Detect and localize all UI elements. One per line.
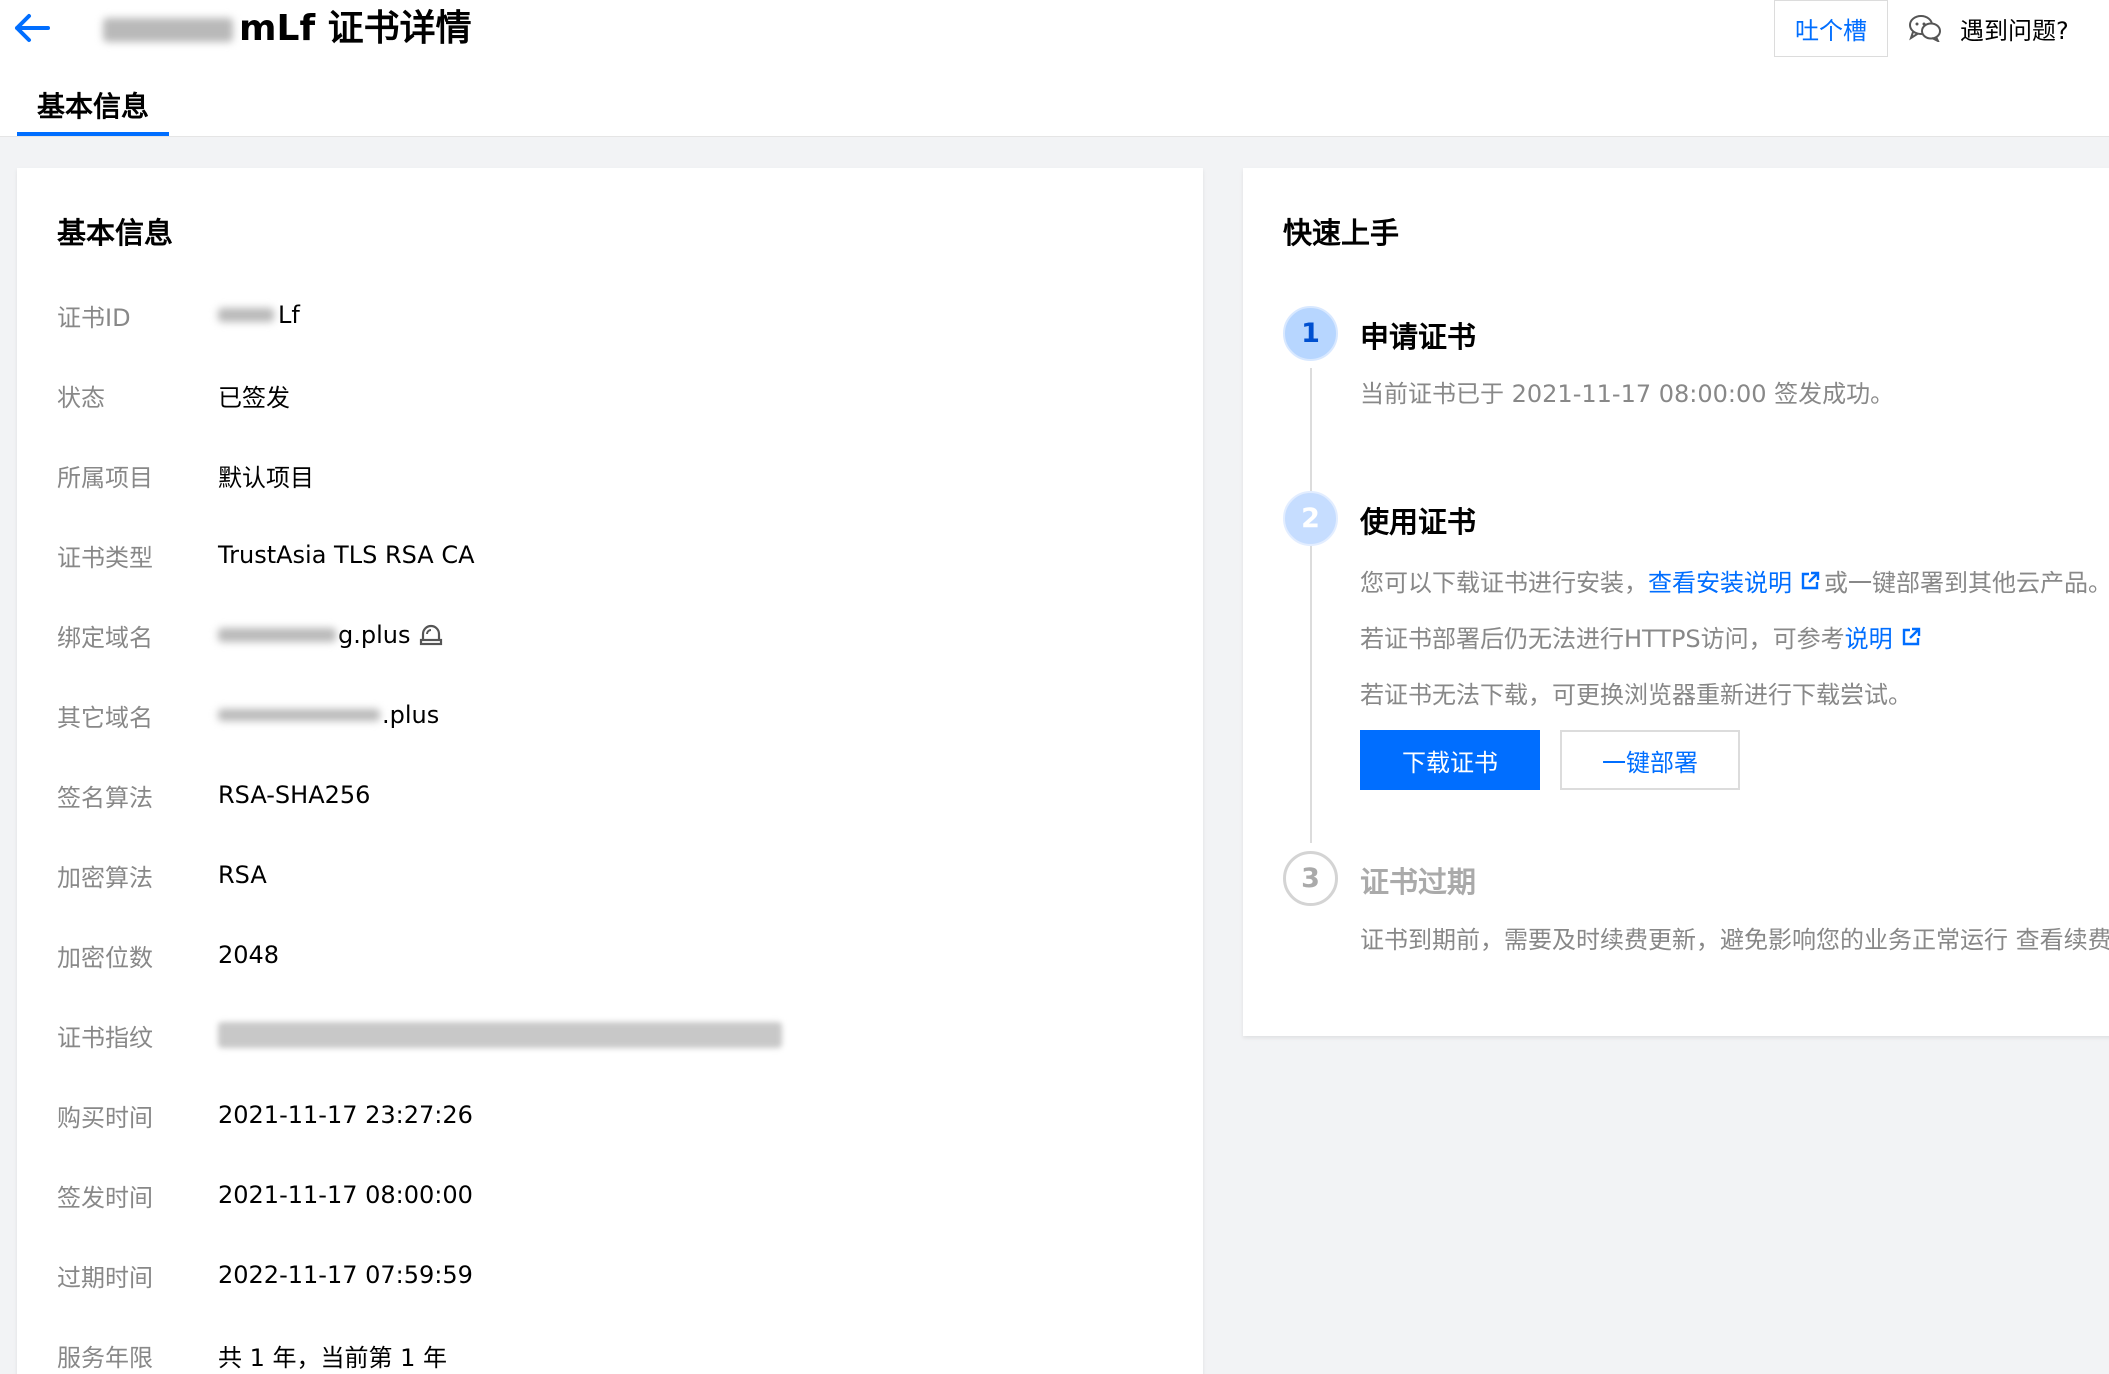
info-row-service-term: 服务年限 共 1 年，当前第 1 年	[57, 1335, 447, 1374]
info-value: g.plus	[218, 621, 444, 649]
card-title: 基本信息	[57, 216, 174, 250]
info-label: 加密算法	[57, 863, 153, 892]
info-value: 2048	[218, 941, 280, 969]
redacted-blur	[218, 1022, 782, 1048]
info-row-key-bits: 加密位数 2048	[57, 935, 279, 975]
info-value: RSA-SHA256	[218, 781, 371, 809]
info-label: 所属项目	[57, 463, 153, 492]
step-connector-line	[1310, 368, 1312, 843]
step-2-number: 2	[1283, 491, 1338, 546]
info-label: 签名算法	[57, 783, 153, 812]
step-3-number: 3	[1283, 851, 1338, 906]
step-3-title: 证书过期	[1360, 865, 1477, 899]
basic-info-card: 基本信息 证书ID Lf 状态 已签发 所属项目 默认项目 证书类型 Trust…	[17, 168, 1203, 1374]
info-row-expire-time: 过期时间 2022-11-17 07:59:59	[57, 1255, 473, 1295]
info-label: 购买时间	[57, 1103, 153, 1132]
info-row-other-domain: 其它域名 .plus	[57, 695, 439, 735]
help-link-label: 遇到问题?	[1960, 16, 2069, 45]
wechat-icon	[1909, 15, 1941, 42]
info-label: 证书ID	[57, 303, 131, 332]
info-label: 加密位数	[57, 943, 153, 972]
info-label: 绑定域名	[57, 623, 153, 652]
https-help-link[interactable]: 说明	[1845, 619, 1925, 654]
info-row-issue-time: 签发时间 2021-11-17 08:00:00	[57, 1175, 473, 1215]
info-row-cert-id: 证书ID Lf	[57, 295, 300, 335]
lock-icon	[420, 624, 443, 646]
redacted-blur	[103, 18, 233, 42]
step-3-text: 证书到期前，需要及时续费更新，避免影响您的业务正常运行 查看续费	[1360, 926, 2109, 954]
step-1-number: 1	[1283, 306, 1338, 361]
info-row-purchase-time: 购买时间 2021-11-17 23:27:26	[57, 1095, 473, 1135]
redacted-blur	[218, 628, 336, 642]
info-row-status: 状态 已签发	[57, 375, 290, 415]
one-click-deploy-button[interactable]: 一键部署	[1560, 730, 1740, 790]
info-row-cert-type: 证书类型 TrustAsia TLS RSA CA	[57, 535, 475, 575]
info-label: 过期时间	[57, 1263, 153, 1292]
redacted-blur	[218, 709, 380, 721]
info-value: 2021-11-17 08:00:00	[218, 1181, 473, 1209]
info-row-encrypt-algorithm: 加密算法 RSA	[57, 855, 267, 895]
info-label: 签发时间	[57, 1183, 153, 1212]
info-row-fingerprint: 证书指纹	[57, 1015, 782, 1055]
info-row-project: 所属项目 默认项目	[57, 455, 314, 495]
info-row-sign-algorithm: 签名算法 RSA-SHA256	[57, 775, 370, 815]
info-value: 已签发	[218, 383, 290, 412]
info-label: 证书类型	[57, 543, 153, 572]
redacted-blur	[218, 308, 274, 322]
page-header: mLf 证书详情 吐个槽 遇到问题? 基本信息	[0, 0, 2109, 137]
external-link-icon	[1801, 571, 1820, 589]
info-value: 2021-11-17 23:27:26	[218, 1101, 473, 1129]
page-title: mLf 证书详情	[103, 4, 472, 54]
info-value: Lf	[218, 301, 300, 329]
step-1-text: 当前证书已于 2021-11-17 08:00:00 签发成功。	[1360, 380, 1895, 408]
info-label: 证书指纹	[57, 1023, 153, 1052]
info-value: 默认项目	[218, 463, 314, 492]
back-arrow-icon[interactable]	[14, 12, 54, 44]
info-value: .plus	[218, 701, 439, 729]
info-value: RSA	[218, 861, 267, 889]
info-value: 共 1 年，当前第 1 年	[218, 1343, 448, 1372]
step-2-text-line2: 若证书部署后仍无法进行HTTPS访问，可参考 说明	[1360, 619, 1925, 654]
feedback-button[interactable]: 吐个槽	[1774, 0, 1888, 57]
info-label: 其它域名	[57, 703, 153, 732]
download-cert-button[interactable]: 下载证书	[1360, 730, 1540, 790]
card-title: 快速上手	[1283, 216, 1400, 250]
step-2-text-line3: 若证书无法下载，可更换浏览器重新进行下载尝试。	[1360, 681, 1912, 709]
info-label: 状态	[57, 383, 105, 412]
info-value: TrustAsia TLS RSA CA	[218, 541, 475, 569]
step-1-title: 申请证书	[1360, 320, 1477, 354]
info-row-bound-domain: 绑定域名 g.plus	[57, 615, 444, 655]
info-value	[218, 1022, 782, 1048]
info-value: 2022-11-17 07:59:59	[218, 1261, 473, 1289]
step-2-title: 使用证书	[1360, 505, 1477, 539]
step-2-text-line1: 您可以下载证书进行安装， 查看安装说明 或一键部署到其他云产品。	[1360, 563, 2109, 598]
quick-start-card: 快速上手 1 申请证书 当前证书已于 2021-11-17 08:00:00 签…	[1243, 168, 2109, 1036]
external-link-icon	[1902, 627, 1920, 645]
help-link[interactable]: 遇到问题?	[1908, 8, 2069, 48]
info-label: 服务年限	[57, 1343, 153, 1372]
install-guide-link[interactable]: 查看安装说明	[1648, 563, 1824, 598]
tab-basic-info[interactable]: 基本信息	[17, 78, 169, 136]
